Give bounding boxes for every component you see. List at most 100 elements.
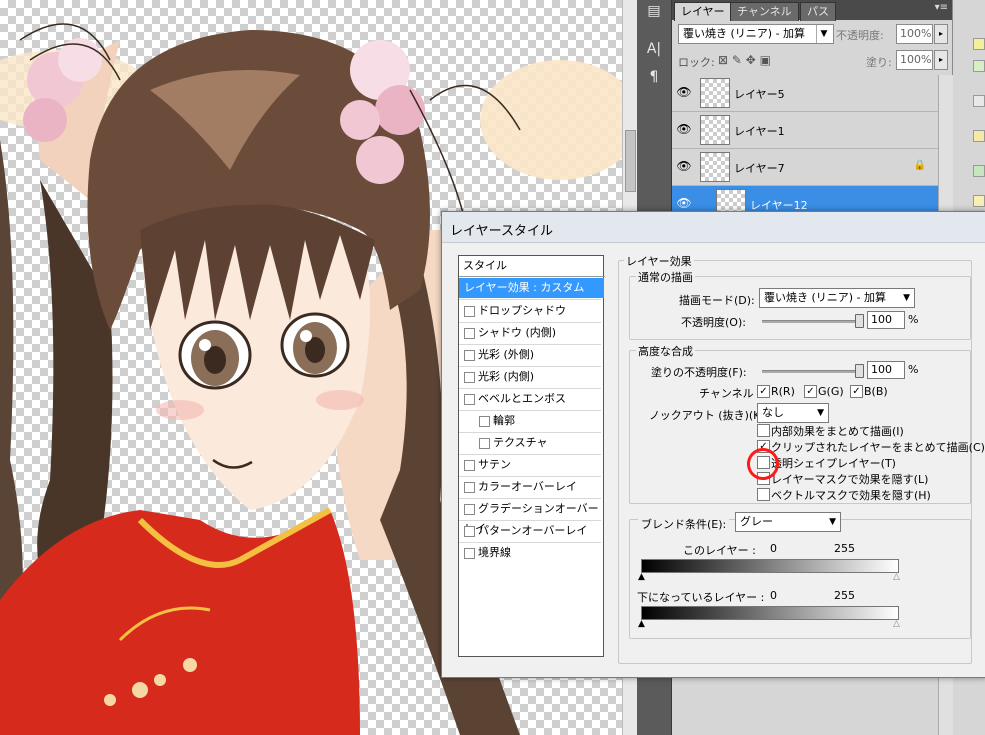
style-item-label: 境界線 (478, 546, 511, 559)
layer-row[interactable]: 👁 レイヤー5 (672, 75, 938, 112)
character-icon[interactable]: A| (643, 38, 665, 60)
style-checkbox[interactable] (464, 547, 475, 559)
style-item-blending-options[interactable]: レイヤー効果 : カスタム (459, 278, 604, 298)
blend-mode-select[interactable]: 覆い焼き (リニア) - 加算 ▼ (759, 288, 915, 308)
paragraph-icon[interactable]: ¶ (643, 66, 665, 88)
blend-interior-effects-checkbox[interactable] (757, 424, 770, 437)
tab-channels[interactable]: チャンネル (730, 2, 799, 21)
style-checkbox[interactable] (464, 481, 475, 493)
style-checkbox[interactable] (464, 503, 475, 515)
style-item-label: 光彩 (内側) (478, 370, 535, 383)
layer-fill-input[interactable]: 100% (896, 50, 933, 70)
chevron-down-icon: ▼ (816, 25, 831, 43)
underlying-white-slider-icon[interactable]: △ (893, 619, 900, 629)
style-item-outer-glow[interactable]: 光彩 (外側) (459, 345, 604, 365)
style-checkbox[interactable] (464, 459, 475, 471)
transparency-shapes-layer-label: 透明シェイプレイヤー(T) (771, 457, 896, 470)
fill-opacity-slider-knob[interactable] (855, 364, 864, 378)
swatch[interactable] (973, 38, 985, 50)
scrollbar-thumb[interactable] (625, 130, 636, 192)
layer-thumbnail (700, 115, 730, 145)
eye-icon[interactable]: 👁 (676, 85, 692, 99)
eye-icon[interactable]: 👁 (676, 122, 692, 136)
blend-mode-value: 覆い焼き (リニア) - 加算 (764, 291, 887, 304)
style-checkbox[interactable] (464, 305, 475, 317)
chevron-down-icon: ▼ (817, 408, 824, 418)
fill-opacity-input[interactable]: 100 (867, 361, 905, 379)
underlying-layer-min: 0 (770, 589, 777, 602)
lock-label: ロック: (678, 56, 715, 69)
style-checkbox[interactable] (464, 327, 475, 339)
underlying-layer-label: 下になっているレイヤー : (637, 591, 765, 604)
tab-layers[interactable]: レイヤー (674, 2, 732, 21)
style-checkbox[interactable] (464, 525, 475, 537)
layer-thumbnail (700, 152, 730, 182)
style-checkbox[interactable] (464, 349, 475, 361)
style-checkbox[interactable] (479, 437, 490, 449)
layer-mask-hides-effects-label: レイヤーマスクで効果を隠す(L) (771, 473, 929, 486)
style-checkbox[interactable] (464, 371, 475, 383)
style-checkbox[interactable] (464, 393, 475, 405)
blend-row: 覆い焼き (リニア) - 加算 ▼ 不透明度: 100% ▸ (676, 24, 948, 46)
channel-g-checkbox[interactable]: ✓ (804, 385, 817, 398)
opacity-slider-arrow-icon[interactable]: ▸ (934, 24, 948, 44)
swatch[interactable] (973, 130, 985, 142)
swatch[interactable] (973, 95, 985, 107)
swatch[interactable] (973, 195, 985, 207)
channel-r-checkbox[interactable]: ✓ (757, 385, 770, 398)
layer-blend-mode-select[interactable]: 覆い焼き (リニア) - 加算 ▼ (678, 24, 834, 44)
layer-name: レイヤー7 (734, 162, 785, 175)
blend-if-select[interactable]: グレー ▼ (735, 512, 841, 532)
styles-header[interactable]: スタイル (459, 256, 605, 277)
dialog-title-bar[interactable]: レイヤースタイル (442, 212, 985, 243)
blend-interior-effects-label: 内部効果をまとめて描画(I) (771, 425, 904, 438)
style-item-inner-shadow[interactable]: シャドウ (内側) (459, 323, 604, 343)
opacity-slider-track[interactable] (762, 320, 862, 323)
style-item-inner-glow[interactable]: 光彩 (内側) (459, 367, 604, 387)
knockout-select[interactable]: なし ▼ (757, 403, 829, 423)
underlying-black-slider-icon[interactable]: ▲ (638, 619, 645, 629)
layer-row[interactable]: 👁 レイヤー7 🔒 (672, 149, 938, 186)
lock-icons[interactable]: ⊠ ✎ ✥ ▣ (718, 53, 771, 67)
underlying-layer-max: 255 (834, 589, 855, 602)
blend-clipped-layers-label: クリップされたレイヤーをまとめて描画(C) (771, 441, 985, 454)
style-item-stroke[interactable]: 境界線 (459, 543, 604, 563)
style-item-texture[interactable]: テクスチャ (459, 433, 619, 453)
opacity-label: 不透明度(O): (681, 316, 746, 329)
style-item-contour[interactable]: 輪郭 (459, 411, 619, 431)
style-item-bevel-emboss[interactable]: ベベルとエンボス (459, 389, 604, 409)
eye-icon[interactable]: 👁 (676, 196, 692, 210)
fill-slider-arrow-icon[interactable]: ▸ (934, 50, 948, 70)
this-layer-max: 255 (834, 542, 855, 555)
swatch[interactable] (973, 60, 985, 72)
style-item-gradient-overlay[interactable]: グラデーションオーバーレイ (459, 499, 604, 535)
fill-opacity-slider-track[interactable] (762, 370, 862, 373)
vector-mask-hides-effects-checkbox[interactable] (757, 488, 770, 501)
knockout-value: なし (762, 406, 784, 419)
opacity-slider-knob[interactable] (855, 314, 864, 328)
channel-b-checkbox[interactable]: ✓ (850, 385, 863, 398)
panel-menu-icon[interactable]: ▾≡ (935, 2, 948, 13)
fill-opacity-label: 塗りの不透明度(F): (651, 366, 747, 379)
eye-icon[interactable]: 👁 (676, 159, 692, 173)
this-layer-white-slider-icon[interactable]: △ (893, 572, 900, 582)
underlying-layer-gradient[interactable] (641, 606, 899, 620)
style-checkbox[interactable] (479, 415, 490, 427)
layer-opacity-label: 不透明度: (836, 29, 884, 42)
this-layer-min: 0 (770, 542, 777, 555)
layer-row[interactable]: 👁 レイヤー1 (672, 112, 938, 149)
this-layer-gradient[interactable] (641, 559, 899, 573)
swatch[interactable] (973, 165, 985, 177)
blend-mode-label: 描画モード(D): (679, 294, 755, 307)
style-item-color-overlay[interactable]: カラーオーバーレイ (459, 477, 604, 497)
tab-paths[interactable]: パス (800, 2, 836, 21)
style-item-drop-shadow[interactable]: ドロップシャドウ (459, 301, 604, 321)
this-layer-black-slider-icon[interactable]: ▲ (638, 572, 645, 582)
layer-opacity-input[interactable]: 100% (896, 24, 933, 44)
layer-effects-title: レイヤー効果 (624, 253, 694, 269)
opacity-input[interactable]: 100 (867, 311, 905, 329)
style-item-pattern-overlay[interactable]: パターンオーバーレイ (459, 521, 604, 541)
knockout-label: ノックアウト (抜き)(K): (649, 409, 769, 422)
style-item-satin[interactable]: サテン (459, 455, 604, 475)
history-icon[interactable]: ▤ (643, 0, 665, 22)
